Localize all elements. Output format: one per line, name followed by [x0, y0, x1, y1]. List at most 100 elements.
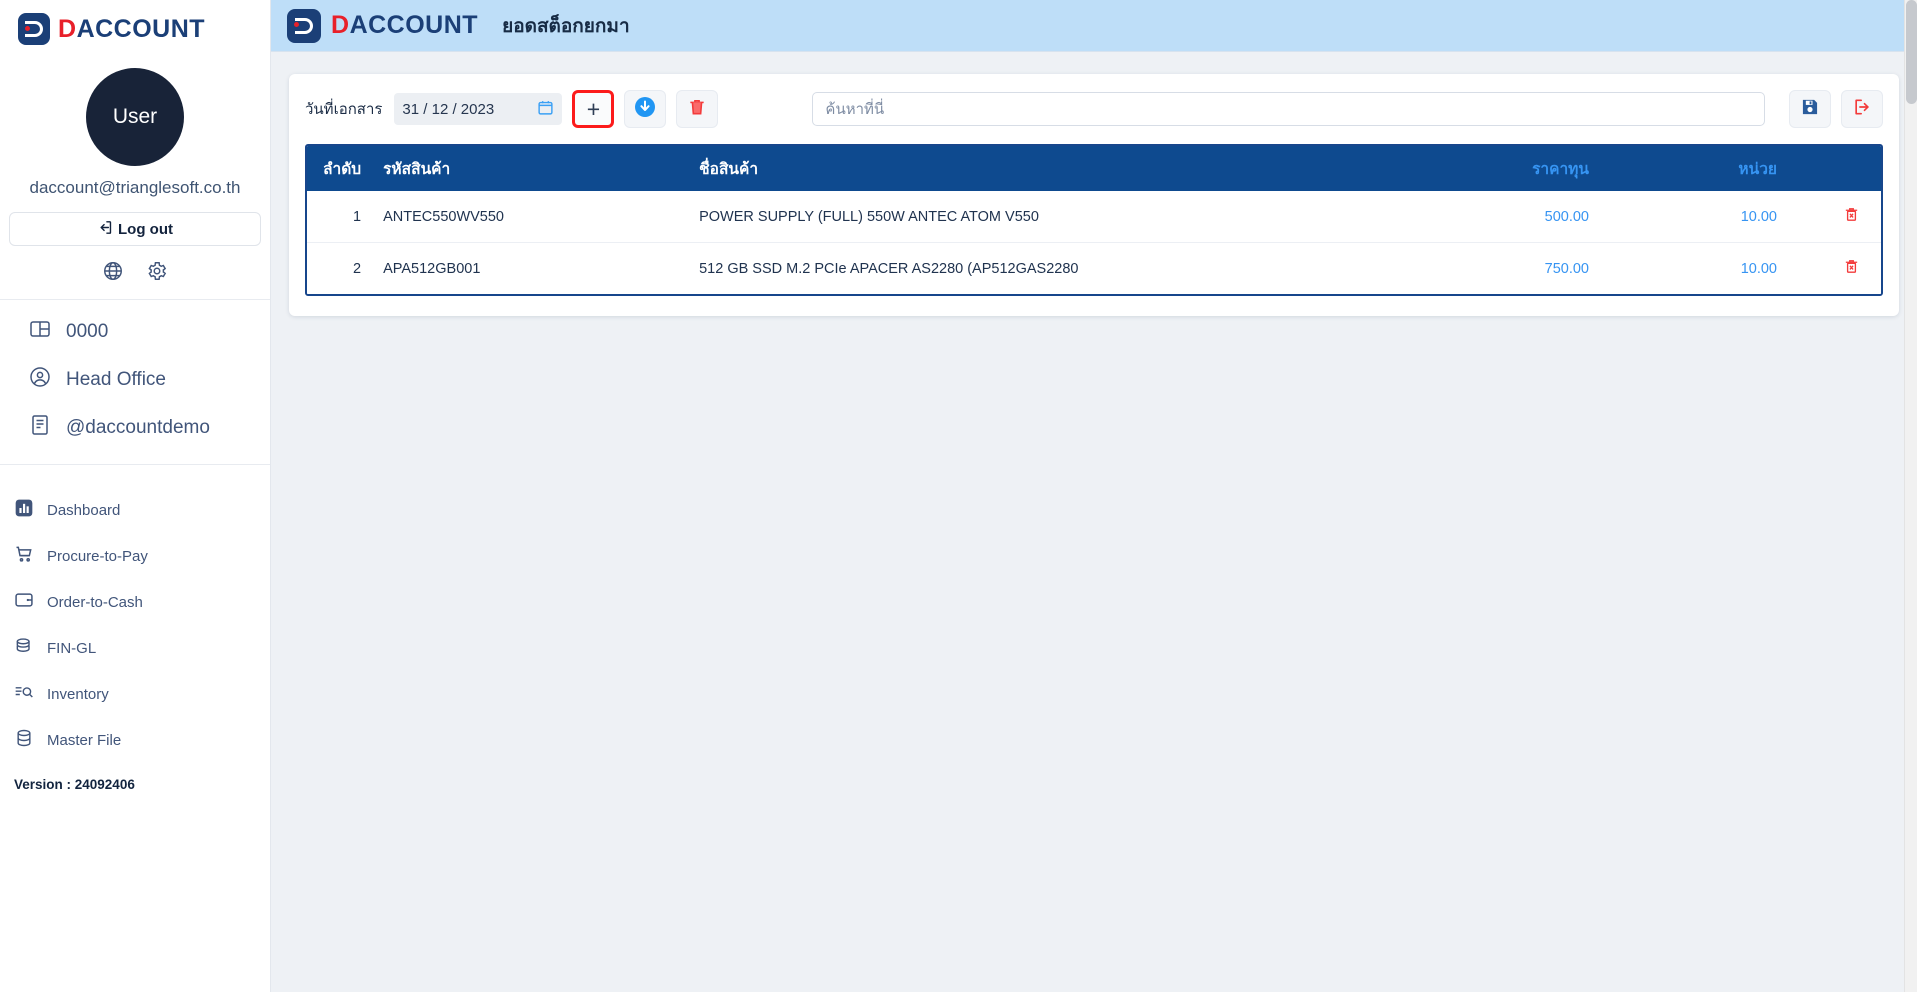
column-header-cost: ราคาทุน	[1421, 146, 1651, 191]
cell-seq: 1	[307, 191, 370, 243]
sidebar-item-inventory[interactable]: Inventory	[0, 671, 270, 717]
sidebar: D ACCOUNT User daccount@trianglesoft.co.t…	[0, 0, 271, 992]
save-button[interactable]	[1789, 90, 1831, 128]
header-brand-word-blue: ACCOUNT	[349, 11, 479, 39]
exit-button[interactable]	[1841, 90, 1883, 128]
inventory-search-icon	[14, 682, 34, 706]
row-delete-button[interactable]	[1843, 258, 1860, 275]
scrollbar-thumb[interactable]	[1906, 0, 1917, 104]
cell-code[interactable]: ANTEC550WV550	[369, 191, 700, 243]
page-title: ยอดสต็อกยกมา	[502, 15, 630, 37]
table-header-row: ลำดับ รหัสสินค้า ชื่อสินค้า ราคาทุน หน่ว…	[307, 146, 1881, 191]
sidebar-item-account-label: @daccountdemo	[66, 417, 210, 438]
table-body: 1 ANTEC550WV550 POWER SUPPLY (FULL) 550W…	[307, 191, 1881, 294]
sidebar-item-account[interactable]: @daccountdemo	[0, 404, 270, 452]
sidebar-item-dashboard-label: Dashboard	[47, 501, 121, 519]
column-header-name: ชื่อสินค้า	[699, 146, 1421, 191]
column-header-code: รหัสสินค้า	[369, 146, 700, 191]
brand-word-blue: ACCOUNT	[76, 14, 206, 43]
sidebar-quick-icons	[0, 246, 270, 300]
toolbar: วันที่เอกสาร 31 / 12 / 2023 +	[305, 90, 1883, 128]
main-area: D ACCOUNT ยอดสต็อกยกมา วันที่เอกสาร 31 / …	[271, 0, 1917, 992]
cell-name[interactable]: 512 GB SSD M.2 PCIe APACER AS2280 (AP512…	[699, 242, 1421, 294]
delete-all-button[interactable]	[676, 90, 719, 128]
brand-wordmark: D ACCOUNT	[58, 15, 205, 44]
add-row-button[interactable]: +	[572, 90, 615, 128]
sidebar-item-branch[interactable]: 0000	[0, 308, 270, 356]
cell-code[interactable]: APA512GB001	[369, 242, 700, 294]
gear-icon[interactable]	[146, 260, 168, 287]
import-download-button[interactable]	[624, 90, 667, 128]
user-circle-icon	[28, 365, 52, 395]
table-row[interactable]: 2 APA512GB001 512 GB SSD M.2 PCIe APACER…	[307, 242, 1881, 294]
sidebar-item-order-to-cash-label: Order-to-Cash	[47, 593, 143, 611]
cell-name[interactable]: POWER SUPPLY (FULL) 550W ANTEC ATOM V550	[699, 191, 1421, 243]
document-date-value: 31 / 12 / 2023	[402, 100, 495, 118]
column-header-delete	[1821, 146, 1881, 191]
cell-delete	[1821, 242, 1881, 294]
dashboard-icon	[14, 498, 34, 522]
user-email: daccount@trianglesoft.co.th	[29, 178, 241, 197]
avatar-label: User	[112, 105, 158, 128]
org-list: 0000 Head Office @daccountdemo	[0, 300, 270, 465]
save-floppy-icon	[1800, 97, 1820, 122]
cart-icon	[14, 544, 34, 568]
user-profile: User daccount@trianglesoft.co.th	[0, 58, 270, 198]
sidebar-item-inventory-label: Inventory	[47, 685, 109, 703]
header-brand-wordmark: D ACCOUNT	[331, 11, 478, 40]
top-header: D ACCOUNT ยอดสต็อกยกมา	[271, 0, 1917, 52]
exit-icon	[1852, 97, 1872, 122]
stock-card: วันที่เอกสาร 31 / 12 / 2023 + ค้นหาที่นี…	[289, 74, 1899, 316]
daccount-logo-icon	[18, 13, 50, 45]
download-circle-icon	[633, 95, 657, 124]
header-brand-word-red: D	[331, 11, 350, 39]
row-delete-button[interactable]	[1843, 206, 1860, 223]
brand-word-red: D	[58, 14, 77, 43]
sidebar-item-procure-to-pay[interactable]: Procure-to-Pay	[0, 533, 270, 579]
cell-seq: 2	[307, 242, 370, 294]
header-logo-icon	[287, 8, 321, 43]
sidebar-item-procure-to-pay-label: Procure-to-Pay	[47, 547, 148, 565]
logout-icon	[97, 219, 114, 240]
app-root: D ACCOUNT User daccount@trianglesoft.co.t…	[0, 0, 1917, 992]
calendar-icon[interactable]	[537, 99, 554, 120]
sidebar-item-branch-label: 0000	[66, 321, 109, 342]
sidebar-nav: Dashboard Procure-to-Pay Order-to-Cash F…	[0, 465, 270, 763]
table-header: ลำดับ รหัสสินค้า ชื่อสินค้า ราคาทุน หน่ว…	[307, 146, 1881, 191]
logout-label: Log out	[118, 220, 173, 238]
cell-delete	[1821, 191, 1881, 243]
vertical-scrollbar[interactable]	[1904, 0, 1917, 992]
wallet-icon	[14, 590, 34, 614]
cell-unit[interactable]: 10.00	[1651, 191, 1821, 243]
trash-icon	[687, 97, 707, 122]
sidebar-brand[interactable]: D ACCOUNT	[0, 0, 270, 58]
sidebar-item-fin-gl-label: FIN-GL	[47, 639, 97, 657]
globe-icon[interactable]	[102, 260, 124, 287]
document-icon	[28, 413, 52, 443]
column-header-unit: หน่วย	[1651, 146, 1821, 191]
document-date-label: วันที่เอกสาร	[305, 101, 383, 118]
column-header-seq: ลำดับ	[307, 146, 370, 191]
content-area: วันที่เอกสาร 31 / 12 / 2023 + ค้นหาที่นี…	[271, 52, 1917, 316]
cell-unit[interactable]: 10.00	[1651, 242, 1821, 294]
plus-icon: +	[586, 95, 601, 122]
coins-icon	[14, 636, 34, 660]
avatar[interactable]: User	[86, 68, 184, 166]
sidebar-item-fin-gl[interactable]: FIN-GL	[0, 625, 270, 671]
logout-button[interactable]: Log out	[9, 212, 261, 246]
database-icon	[14, 728, 34, 752]
cell-cost[interactable]: 750.00	[1421, 242, 1651, 294]
sidebar-item-master-file[interactable]: Master File	[0, 717, 270, 763]
sidebar-item-master-file-label: Master File	[47, 731, 122, 749]
search-input[interactable]	[812, 92, 1765, 126]
document-date-input[interactable]: 31 / 12 / 2023	[394, 93, 563, 125]
sidebar-item-head-office[interactable]: Head Office	[0, 356, 270, 404]
version-label: Version : 24092406	[14, 777, 135, 792]
sidebar-item-head-office-label: Head Office	[66, 369, 166, 390]
cell-cost[interactable]: 500.00	[1421, 191, 1651, 243]
stock-table: ลำดับ รหัสสินค้า ชื่อสินค้า ราคาทุน หน่ว…	[307, 146, 1881, 294]
stock-table-wrapper: ลำดับ รหัสสินค้า ชื่อสินค้า ราคาทุน หน่ว…	[305, 144, 1883, 296]
sidebar-item-order-to-cash[interactable]: Order-to-Cash	[0, 579, 270, 625]
table-row[interactable]: 1 ANTEC550WV550 POWER SUPPLY (FULL) 550W…	[307, 191, 1881, 243]
sidebar-item-dashboard[interactable]: Dashboard	[0, 487, 270, 533]
